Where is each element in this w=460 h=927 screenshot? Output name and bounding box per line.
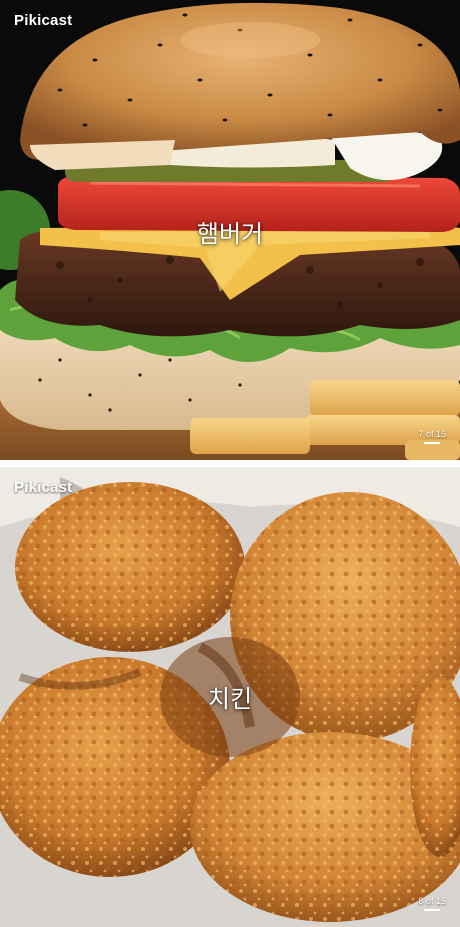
slide-counter-text: 7 of 15 [418,429,446,439]
slide-counter-underline [424,909,441,911]
slide-counter-underline [424,442,441,444]
slide-counter: 7 of 15 [418,429,446,444]
pikicast-logo: Pikicast [14,12,73,29]
slide-card-hamburger[interactable]: Pikicast 햄버거 7 of 15 [0,0,460,460]
slide-counter: 8 of 15 [418,896,446,911]
slide-counter-text: 8 of 15 [418,896,446,906]
slide-card-chicken[interactable]: Pikicast 치킨 8 of 15 [0,467,460,927]
pikicast-logo: Pikicast [14,479,73,496]
slide-caption: 햄버거 [196,220,264,248]
slide-caption: 치킨 [207,685,253,713]
